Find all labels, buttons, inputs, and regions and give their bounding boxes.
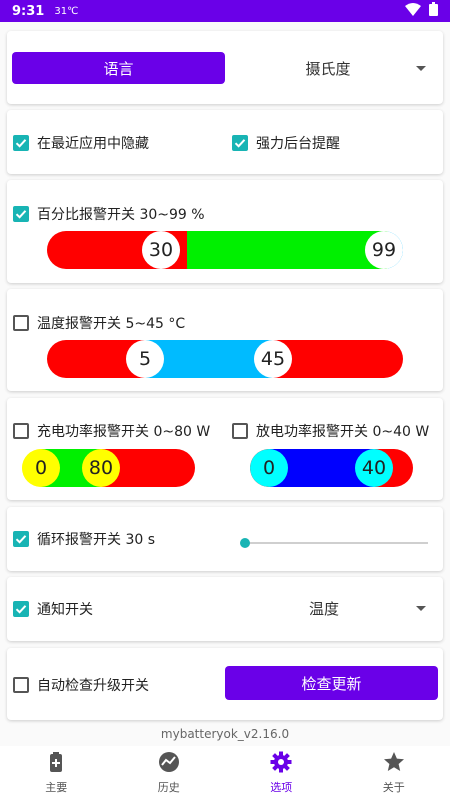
nav-item-main[interactable]: 主要 <box>0 746 113 799</box>
hide-recent-label: 在最近应用中隐藏 <box>37 136 149 152</box>
battery-icon <box>429 2 438 20</box>
checkbox-checked-icon <box>13 135 29 151</box>
charge-alarm-label: 充电功率报警开关 0~80 W <box>37 424 211 440</box>
hide-recent-checkbox[interactable]: 在最近应用中隐藏 <box>13 133 149 153</box>
range-high-segment <box>273 340 403 378</box>
temperature-unit-value: 摄氏度 <box>305 59 351 78</box>
checkbox-checked-icon <box>13 601 29 617</box>
status-time: 9:31 <box>12 3 45 19</box>
cycle-alarm-checkbox[interactable]: 循环报警开关 30 s <box>13 529 155 549</box>
percent-alarm-label: 百分比报警开关 30~99 % <box>37 207 205 223</box>
nav-label: 选项 <box>270 781 293 794</box>
range-high-knob[interactable]: 40 <box>355 449 393 487</box>
wifi-icon <box>405 2 421 20</box>
nav-item-history[interactable]: 历史 <box>113 746 226 799</box>
auto-update-checkbox[interactable]: 自动检查升级开关 <box>13 675 149 695</box>
cycle-interval-slider[interactable] <box>240 536 428 550</box>
checkbox-unchecked-icon <box>232 423 248 439</box>
discharge-alarm-checkbox[interactable]: 放电功率报警开关 0~40 W <box>232 421 429 441</box>
nav-item-about[interactable]: 关于 <box>338 746 450 799</box>
range-low-knob[interactable]: 5 <box>126 340 164 378</box>
notify-checkbox[interactable]: 通知开关 <box>13 599 93 619</box>
status-temp: 31℃ <box>54 5 79 17</box>
percent-alarm-checkbox[interactable]: 百分比报警开关 30~99 % <box>13 204 205 224</box>
checkbox-checked-icon <box>232 135 248 151</box>
auto-update-label: 自动检查升级开关 <box>37 678 149 694</box>
star-icon <box>382 750 406 777</box>
strong-background-checkbox[interactable]: 强力后台提醒 <box>232 133 340 153</box>
temperature-range-slider[interactable]: 5 45 <box>47 340 403 378</box>
nav-label: 关于 <box>382 781 405 794</box>
strong-background-label: 强力后台提醒 <box>256 136 340 152</box>
notify-content-value: 温度 <box>308 599 339 618</box>
range-low-knob[interactable]: 0 <box>22 449 60 487</box>
dropdown-arrow-icon <box>416 65 426 71</box>
check-update-button[interactable]: 检查更新 <box>225 666 438 700</box>
charge-alarm-checkbox[interactable]: 充电功率报警开关 0~80 W <box>13 421 210 441</box>
notify-content-select[interactable]: 温度 <box>232 592 432 624</box>
discharge-alarm-label: 放电功率报警开关 0~40 W <box>256 424 430 440</box>
checkbox-checked-icon <box>13 206 29 222</box>
nav-item-options[interactable]: 选项 <box>225 746 338 799</box>
nav-label: 历史 <box>157 781 180 794</box>
checkbox-unchecked-icon <box>13 315 29 331</box>
language-button[interactable]: 语言 <box>12 52 225 84</box>
checkbox-checked-icon <box>13 531 29 547</box>
temperature-alarm-checkbox[interactable]: 温度报警开关 5~45 °C <box>13 313 185 333</box>
history-chart-icon <box>157 750 181 777</box>
slider-thumb[interactable] <box>240 538 250 548</box>
bottom-navigation: 主要 历史 选项 关于 <box>0 746 450 799</box>
checkbox-unchecked-icon <box>13 423 29 439</box>
range-high-knob[interactable]: 80 <box>82 449 120 487</box>
dropdown-arrow-icon <box>416 605 426 611</box>
discharge-range-slider[interactable]: 0 40 <box>250 449 413 487</box>
cycle-alarm-label: 循环报警开关 30 s <box>37 532 156 548</box>
range-mid-segment <box>187 231 388 269</box>
charge-range-slider[interactable]: 0 80 <box>22 449 195 487</box>
temperature-unit-select[interactable]: 摄氏度 <box>240 52 432 84</box>
nav-label: 主要 <box>45 781 68 794</box>
notify-label: 通知开关 <box>37 602 93 618</box>
app-version: mybatteryok_v2.16.0 <box>160 727 290 741</box>
range-high-knob[interactable]: 99 <box>365 231 403 269</box>
battery-icon <box>44 750 68 777</box>
checkbox-unchecked-icon <box>13 677 29 693</box>
range-low-knob[interactable]: 30 <box>142 231 180 269</box>
slider-track <box>245 542 428 544</box>
gear-icon <box>269 750 293 777</box>
temperature-alarm-label: 温度报警开关 5~45 °C <box>37 316 186 332</box>
percent-range-slider[interactable]: 30 99 <box>47 231 403 269</box>
range-low-knob[interactable]: 0 <box>250 449 288 487</box>
range-high-knob[interactable]: 45 <box>254 340 292 378</box>
status-bar: 9:31 31℃ <box>0 0 450 22</box>
